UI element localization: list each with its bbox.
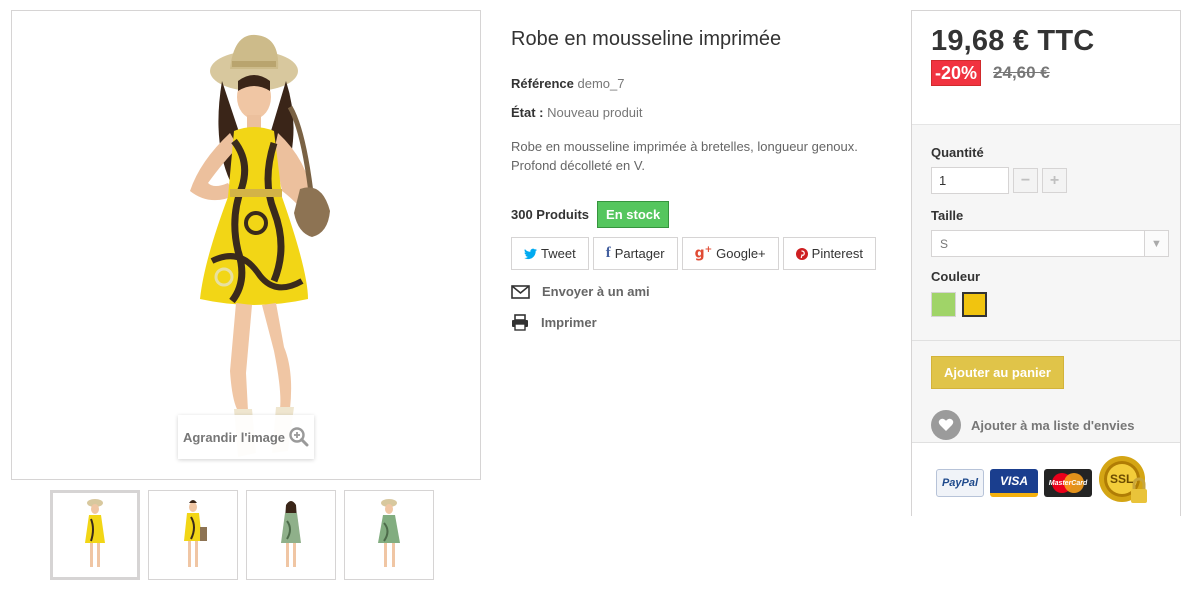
condition-label: État : bbox=[511, 105, 544, 120]
tweet-button[interactable]: Tweet bbox=[511, 237, 589, 270]
reference-line: Référence demo_7 bbox=[511, 76, 624, 91]
discount-badge: -20% bbox=[931, 60, 982, 86]
size-selected-value: S bbox=[940, 236, 949, 251]
thumbnail-image bbox=[378, 499, 400, 567]
zoom-image-button[interactable]: Agrandir l'image bbox=[178, 415, 314, 459]
condition-line: État : Nouveau produit bbox=[511, 105, 643, 120]
product-main-image[interactable]: Agrandir l'image bbox=[11, 10, 481, 480]
thumbnail-1[interactable] bbox=[50, 490, 140, 580]
pinterest-icon bbox=[795, 247, 808, 260]
thumbnail-image bbox=[184, 500, 207, 567]
current-price: 19,68 € TTC bbox=[931, 25, 1095, 57]
condition-value: Nouveau produit bbox=[547, 105, 643, 120]
ssl-seal-icon: SSL bbox=[1098, 455, 1152, 511]
facebook-icon: f bbox=[605, 245, 611, 261]
twitter-icon bbox=[524, 248, 537, 259]
print-label: Imprimer bbox=[541, 315, 597, 330]
pinterest-label: Pinterest bbox=[811, 246, 863, 261]
wishlist-label: Ajouter à ma liste d'envies bbox=[971, 417, 1135, 433]
color-swatch-yellow[interactable] bbox=[962, 292, 987, 317]
send-to-friend-label: Envoyer à un ami bbox=[542, 284, 650, 299]
print-link[interactable]: Imprimer bbox=[511, 314, 597, 331]
reference-value: demo_7 bbox=[577, 76, 625, 91]
color-swatch-green[interactable] bbox=[931, 292, 956, 317]
product-description: Robe en mousseline imprimée à bretelles,… bbox=[511, 139, 858, 173]
magnifier-plus-icon bbox=[289, 427, 309, 447]
quantity-decrease-button[interactable]: − bbox=[1013, 168, 1038, 193]
pinterest-button[interactable]: Pinterest bbox=[782, 237, 876, 270]
quantity-available: 300 Produits bbox=[511, 207, 590, 222]
size-select[interactable]: S ▼ bbox=[931, 230, 1169, 257]
payment-logos: PayPal VISA MasterCard SSL bbox=[912, 443, 1180, 523]
envelope-icon bbox=[511, 284, 530, 299]
paypal-logo: PayPal bbox=[936, 469, 984, 497]
tweet-label: Tweet bbox=[541, 246, 576, 261]
stock-status-badge: En stock bbox=[597, 201, 670, 228]
quantity-control: − + bbox=[931, 167, 1180, 194]
reference-label: Référence bbox=[511, 76, 574, 91]
price-reduction-row: -20% 24,60 € bbox=[931, 60, 1180, 86]
old-price: 24,60 € bbox=[993, 63, 1050, 82]
quantity-input[interactable] bbox=[931, 167, 1009, 194]
quantity-label: Quantité bbox=[931, 145, 984, 160]
heart-icon bbox=[931, 410, 961, 440]
model-in-yellow-dress-image bbox=[190, 34, 330, 457]
plus-icon: + bbox=[1049, 171, 1060, 189]
google-plus-icon: g+ bbox=[694, 245, 713, 262]
wishlist-link[interactable]: Ajouter à ma liste d'envies bbox=[931, 410, 1180, 440]
zoom-button-label: Agrandir l'image bbox=[182, 429, 286, 445]
color-swatches bbox=[931, 292, 1180, 317]
size-label: Taille bbox=[931, 208, 964, 223]
add-to-cart-button[interactable]: Ajouter au panier bbox=[931, 356, 1064, 389]
options-section: Quantité − + Taille S ▼ Couleur bbox=[912, 125, 1180, 341]
chevron-down-icon: ▼ bbox=[1144, 231, 1168, 256]
minus-icon: − bbox=[1020, 171, 1031, 189]
facebook-label: Partager bbox=[614, 246, 665, 261]
stock-row: 300 Produits En stock bbox=[511, 201, 670, 228]
mastercard-logo: MasterCard bbox=[1044, 469, 1092, 497]
thumbnail-4[interactable] bbox=[344, 490, 434, 580]
facebook-share-button[interactable]: f Partager bbox=[592, 237, 678, 270]
price-section: 19,68 € TTC -20% 24,60 € bbox=[912, 11, 1180, 125]
product-title: Robe en mousseline imprimée bbox=[511, 28, 782, 50]
printer-icon bbox=[512, 314, 528, 331]
social-share-bar: Tweet f Partager g+ Google+ Pinterest bbox=[511, 237, 876, 270]
thumbnail-image bbox=[281, 501, 301, 567]
visa-logo: VISA bbox=[990, 469, 1038, 497]
thumbnail-strip bbox=[50, 490, 434, 580]
cart-section: Ajouter au panier Ajouter à ma liste d'e… bbox=[912, 341, 1180, 443]
thumbnail-2[interactable] bbox=[148, 490, 238, 580]
google-plus-button[interactable]: g+ Google+ bbox=[681, 237, 779, 270]
thumbnail-3[interactable] bbox=[246, 490, 336, 580]
buy-box: 19,68 € TTC -20% 24,60 € Quantité − + Ta… bbox=[911, 10, 1181, 523]
send-to-friend-link[interactable]: Envoyer à un ami bbox=[511, 284, 650, 299]
quantity-increase-button[interactable]: + bbox=[1042, 168, 1067, 193]
google-plus-label: Google+ bbox=[716, 246, 766, 261]
color-label: Couleur bbox=[931, 269, 981, 284]
thumbnail-image bbox=[85, 499, 105, 567]
